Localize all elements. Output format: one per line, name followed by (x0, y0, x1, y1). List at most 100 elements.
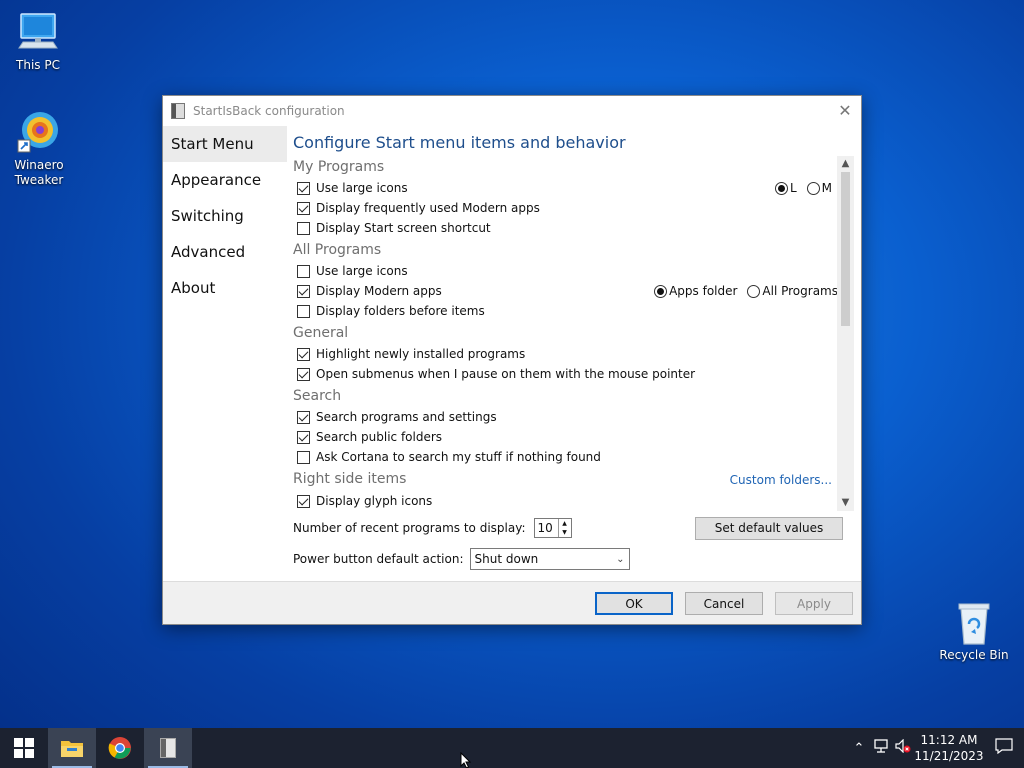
options-list: My Programs Use large icons L M Display … (293, 158, 838, 511)
mouse-cursor-icon (460, 752, 472, 768)
checkbox[interactable] (297, 181, 310, 195)
option-display-modern-apps[interactable]: Display Modern apps Apps folder All Prog… (293, 281, 838, 301)
option-label: Display Start screen shortcut (316, 221, 491, 235)
radio-apps-folder[interactable]: Apps folder (654, 284, 737, 298)
checkbox[interactable] (297, 430, 310, 444)
taskbar: ⌃ 11:12 AM 11/21/2023 (0, 728, 1024, 768)
option-my-programs-large-icons[interactable]: Use large icons L M (293, 178, 838, 198)
checkbox[interactable] (297, 221, 310, 235)
apply-button[interactable]: Apply (775, 592, 853, 615)
radio-button[interactable] (806, 181, 820, 195)
radio-button[interactable] (774, 181, 788, 195)
option-label: Use large icons (316, 181, 408, 195)
recent-programs-spinner[interactable]: 10 ▲ ▼ (533, 518, 572, 538)
chevron-up-icon[interactable]: ⌃ (848, 741, 870, 756)
icon-size-radio-group: L M (769, 181, 832, 195)
radio-button[interactable] (654, 284, 668, 298)
option-label: Use large icons (316, 264, 408, 278)
clock[interactable]: 11:12 AM 11/21/2023 (914, 732, 984, 764)
scrollbar-thumb[interactable] (841, 172, 850, 326)
power-button-select[interactable]: Shut down ⌄ (469, 548, 630, 570)
clock-date: 11/21/2023 (914, 749, 984, 763)
section-header-right-side: Right side items Custom folders... (293, 468, 838, 491)
checkbox[interactable] (297, 284, 310, 298)
taskbar-file-explorer[interactable] (48, 728, 96, 768)
nav-item-appearance[interactable]: Appearance (163, 162, 287, 198)
dialog-footer: OK Cancel Apply (163, 581, 861, 624)
checkbox[interactable] (297, 494, 310, 508)
options-scrollbar[interactable]: ▲ ▼ (837, 156, 854, 511)
notifications-icon[interactable] (984, 738, 1024, 758)
network-icon[interactable] (870, 739, 892, 757)
power-button-label: Power button default action: (293, 552, 464, 566)
nav-item-advanced[interactable]: Advanced (163, 234, 287, 270)
desktop-icon-label: This PC (16, 58, 60, 72)
volume-muted-icon[interactable] (892, 738, 914, 757)
radio-size-l[interactable]: L (774, 181, 797, 195)
clock-time: 11:12 AM (920, 733, 978, 747)
section-title-general: General (293, 325, 349, 341)
set-default-values-button[interactable]: Set default values (695, 516, 843, 540)
scroll-down-icon[interactable]: ▼ (837, 495, 854, 511)
custom-folders-link[interactable]: Custom folders... (730, 473, 832, 487)
option-highlight-new-programs[interactable]: Highlight newly installed programs (293, 344, 838, 364)
radio-all-programs[interactable]: All Programs (747, 284, 838, 298)
section-title-all-programs: All Programs (293, 242, 382, 258)
option-display-glyph-icons[interactable]: Display glyph icons (293, 491, 838, 511)
ok-button[interactable]: OK (595, 592, 673, 615)
option-display-start-screen-shortcut[interactable]: Display Start screen shortcut (293, 218, 838, 238)
option-search-public-folders[interactable]: Search public folders (293, 427, 838, 447)
taskbar-chrome[interactable] (96, 728, 144, 768)
chevron-down-icon: ⌄ (616, 553, 625, 565)
power-button-row: Power button default action: Shut down ⌄ (293, 547, 853, 571)
close-button[interactable]: ✕ (829, 97, 861, 125)
spin-up-icon[interactable]: ▲ (559, 519, 571, 528)
recent-programs-value[interactable]: 10 (535, 519, 558, 537)
desktop-icon-label: Winaero Tweaker (14, 158, 64, 187)
title-bar[interactable]: StartIsBack configuration ✕ (163, 96, 861, 125)
section-title-search: Search (293, 388, 342, 404)
recent-programs-label: Number of recent programs to display: (293, 521, 526, 535)
option-label: Display folders before items (316, 304, 485, 318)
radio-label: L (789, 181, 797, 195)
option-open-submenus-on-hover[interactable]: Open submenus when I pause on them with … (293, 364, 838, 384)
spin-down-icon[interactable]: ▼ (559, 528, 571, 537)
checkbox[interactable] (297, 304, 310, 318)
checkbox[interactable] (297, 367, 310, 381)
folder-icon (61, 741, 83, 757)
radio-button[interactable] (747, 284, 761, 298)
bottom-controls: Number of recent programs to display: 10… (293, 516, 853, 571)
settings-content: Configure Start menu items and behavior … (293, 126, 854, 586)
system-tray: ⌃ 11:12 AM 11/21/2023 (848, 728, 1024, 768)
option-display-folders-before-items[interactable]: Display folders before items (293, 301, 838, 321)
startisback-app-icon (171, 102, 185, 119)
option-all-programs-large-icons[interactable]: Use large icons (293, 261, 838, 281)
chrome-icon (108, 737, 131, 759)
window-title: StartIsBack configuration (193, 103, 345, 118)
checkbox[interactable] (297, 450, 310, 464)
computer-icon (15, 10, 61, 56)
cancel-button[interactable]: Cancel (685, 592, 763, 615)
desktop-icon-winaero-tweaker[interactable]: Winaero Tweaker (3, 110, 75, 188)
option-label: Display glyph icons (316, 494, 433, 508)
checkbox[interactable] (297, 264, 310, 278)
nav-item-about[interactable]: About (163, 270, 287, 306)
option-label: Search public folders (316, 430, 443, 444)
option-display-frequent-modern-apps[interactable]: Display frequently used Modern apps (293, 198, 838, 218)
option-ask-cortana[interactable]: Ask Cortana to search my stuff if nothin… (293, 447, 838, 467)
radio-size-m[interactable]: M (806, 181, 832, 195)
windows-logo-icon (14, 738, 34, 758)
option-search-programs-settings[interactable]: Search programs and settings (293, 407, 838, 427)
taskbar-startisback[interactable] (144, 728, 192, 768)
start-button[interactable] (0, 728, 48, 768)
nav-item-switching[interactable]: Switching (163, 198, 287, 234)
scroll-up-icon[interactable]: ▲ (837, 156, 854, 172)
checkbox[interactable] (297, 410, 310, 424)
nav-item-start-menu[interactable]: Start Menu (163, 126, 287, 162)
checkbox[interactable] (297, 347, 310, 361)
startisback-config-window: StartIsBack configuration ✕ Start Menu A… (162, 95, 862, 625)
desktop-icon-this-pc[interactable]: This PC (2, 10, 74, 73)
startisback-app-icon (160, 738, 176, 758)
checkbox[interactable] (297, 201, 310, 215)
desktop-icon-recycle-bin[interactable]: Recycle Bin (938, 600, 1010, 663)
